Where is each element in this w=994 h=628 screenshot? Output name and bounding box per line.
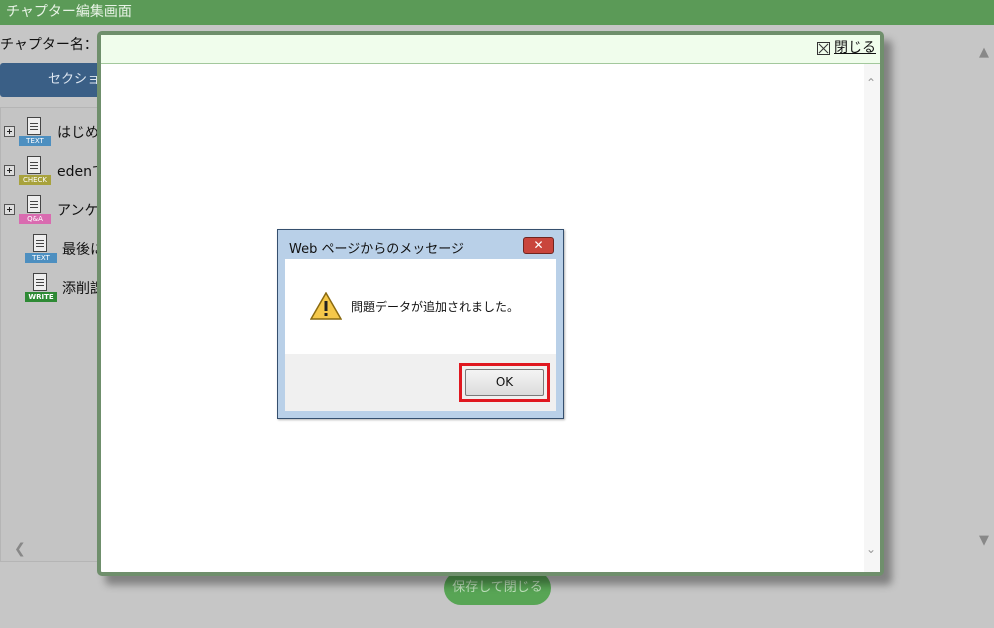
tree-item[interactable]: Q&A アンケ	[1, 191, 109, 225]
tree-item[interactable]: WRITE 添削課	[1, 269, 109, 303]
expand-icon[interactable]	[4, 165, 15, 176]
text-doc-icon: TEXT	[19, 117, 51, 151]
check-doc-icon: CHECK	[19, 156, 51, 190]
modal-scroll-down-icon[interactable]: ⌄	[866, 542, 876, 556]
alert-body: 問題データが追加されました。	[285, 259, 556, 354]
alert-title: Web ページからのメッセージ	[289, 242, 464, 257]
alert-dialog: Web ページからのメッセージ ✕ 問題データが追加されました。 OK	[277, 229, 564, 419]
chapter-name-label: チャプター名：	[0, 37, 98, 53]
modal-close-label: 閉じる	[834, 40, 876, 56]
expand-icon[interactable]	[4, 126, 15, 137]
text-doc-icon: TEXT	[25, 234, 57, 268]
save-and-close-button[interactable]: 保存して閉じる	[444, 571, 551, 605]
tree-item-label: アンケ	[57, 203, 99, 219]
alert-footer: OK	[285, 354, 556, 411]
alert-close-button[interactable]: ✕	[523, 237, 554, 254]
tree-item[interactable]: TEXT はじめ	[1, 113, 109, 147]
window-title: チャプター編集画面	[6, 4, 132, 20]
modal-close-link[interactable]: 閉じる	[817, 39, 876, 57]
close-box-icon	[817, 42, 830, 55]
warning-icon	[310, 292, 342, 320]
page-scrollbar[interactable]: ▲ ▼	[976, 35, 994, 557]
modal-header: 閉じる	[101, 35, 880, 64]
ok-button[interactable]: OK	[465, 369, 544, 396]
alert-message: 問題データが追加されました。	[351, 300, 520, 314]
qa-doc-icon: Q&A	[19, 195, 51, 229]
scroll-left-icon[interactable]: ❮	[14, 541, 26, 557]
tree-item[interactable]: CHECK edenで	[1, 152, 109, 186]
tree-item-label: はじめ	[57, 125, 99, 141]
window-title-bar: チャプター編集画面	[0, 0, 994, 25]
scroll-up-icon[interactable]: ▲	[979, 45, 989, 60]
write-doc-icon: WRITE	[25, 273, 57, 307]
modal-scrollbar[interactable]: ⌃ ⌄	[864, 64, 880, 572]
scroll-down-icon[interactable]: ▼	[979, 533, 989, 548]
ok-button-highlight: OK	[459, 363, 550, 402]
close-icon: ✕	[533, 238, 544, 252]
expand-icon[interactable]	[4, 204, 15, 215]
chapter-tree: TEXT はじめ CHECK edenで Q&A アンケ TEXT 最後に WR…	[0, 107, 110, 562]
modal-scroll-up-icon[interactable]: ⌃	[866, 76, 876, 90]
tree-item[interactable]: TEXT 最後に	[1, 230, 109, 264]
